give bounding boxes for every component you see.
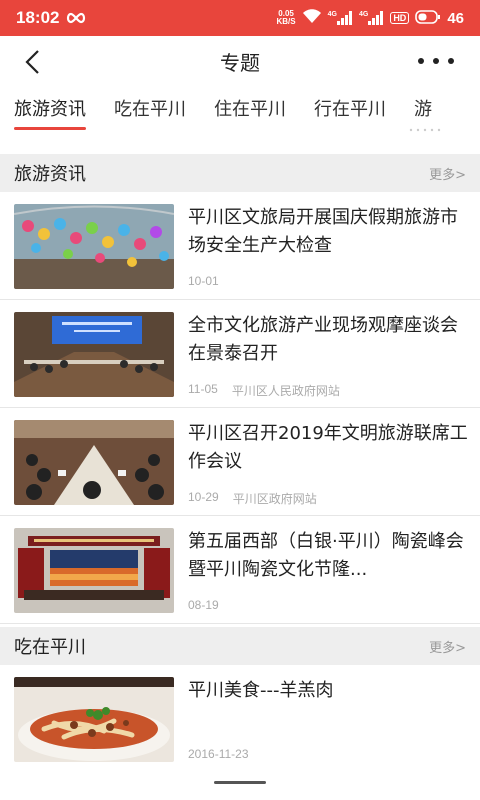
- status-bar: 18:02 0.05 KB/S 4G 4G HD 46: [0, 0, 480, 36]
- section-header-travel-news: 旅游资讯 更多>: [0, 154, 480, 192]
- list-item[interactable]: 全市文化旅游产业现场观摩座谈会在景泰召开 11-05 平川区人民政府网站: [0, 300, 480, 408]
- news-thumbnail: [14, 528, 174, 613]
- section-title: 吃在平川: [14, 637, 86, 658]
- tab-eat[interactable]: 吃在平川: [100, 86, 200, 138]
- news-title: 全市文化旅游产业现场观摩座谈会在景泰召开: [188, 315, 458, 364]
- signal-icon-2: 4G: [359, 11, 384, 25]
- more-dot-icon: [418, 58, 424, 64]
- net-speed: 0.05 KB/S: [276, 9, 296, 26]
- back-button[interactable]: [20, 48, 48, 76]
- news-source: 平川区政府网站: [232, 492, 317, 506]
- news-date: 10-29: [188, 490, 219, 504]
- status-time: 18:02: [16, 8, 60, 27]
- more-dot-icon: [448, 58, 454, 64]
- news-meta: 11-05 平川区人民政府网站: [188, 382, 340, 399]
- hd-icon: HD: [390, 12, 410, 24]
- more-dot-icon: [433, 58, 439, 64]
- news-meta: 10-01: [188, 274, 233, 288]
- news-date: 11-05: [188, 382, 218, 396]
- list-item[interactable]: 平川区文旅局开展国庆假期旅游市场安全生产大检查 10-01: [0, 192, 480, 300]
- battery-icon: [415, 9, 441, 28]
- nav-bar: 专题: [0, 36, 480, 86]
- news-date: 08-19: [188, 598, 219, 612]
- news-title: 第五届西部（白银·平川）陶瓷峰会暨平川陶瓷文化节隆...: [188, 531, 464, 580]
- news-date: 10-01: [188, 274, 219, 288]
- signal-icon: 4G: [328, 11, 353, 25]
- infinity-icon: [65, 12, 87, 24]
- news-title: 平川区召开2019年文明旅游联席工作会议: [188, 423, 468, 472]
- news-source: 平川区人民政府网站: [231, 384, 340, 398]
- list-item[interactable]: 平川区召开2019年文明旅游联席工作会议 10-29 平川区政府网站: [0, 408, 480, 516]
- back-arrow-icon: [25, 50, 39, 74]
- list-item[interactable]: 平川美食---羊羔肉 2016-11-23: [0, 665, 480, 773]
- scroll-hint-dots-icon: [409, 128, 441, 132]
- news-date: 2016-11-23: [188, 747, 249, 761]
- section-header-eat: 吃在平川 更多>: [0, 627, 480, 665]
- news-thumbnail: [14, 420, 174, 505]
- section-title: 旅游资讯: [14, 164, 86, 185]
- news-thumbnail: [14, 204, 174, 289]
- list-item[interactable]: 第五届西部（白银·平川）陶瓷峰会暨平川陶瓷文化节隆... 08-19: [0, 516, 480, 624]
- more-link[interactable]: 更多>: [429, 637, 466, 656]
- news-title: 平川区文旅局开展国庆假期旅游市场安全生产大检查: [188, 207, 458, 256]
- news-thumbnail: [14, 312, 174, 397]
- page-title: 专题: [220, 50, 260, 75]
- news-meta: 2016-11-23: [188, 747, 249, 761]
- tab-stay[interactable]: 住在平川: [200, 86, 300, 138]
- news-meta: 08-19: [188, 598, 233, 612]
- battery-level: 46: [447, 9, 464, 27]
- news-thumbnail: [14, 677, 174, 762]
- news-title: 平川美食---羊羔肉: [188, 680, 334, 701]
- tab-travel-news[interactable]: 旅游资讯: [0, 86, 100, 138]
- tab-travel[interactable]: 行在平川: [300, 86, 400, 138]
- wifi-icon: [302, 8, 322, 28]
- news-meta: 10-29 平川区政府网站: [188, 490, 317, 507]
- more-link[interactable]: 更多>: [429, 164, 466, 183]
- more-options-button[interactable]: [418, 52, 454, 70]
- home-indicator[interactable]: [214, 781, 266, 784]
